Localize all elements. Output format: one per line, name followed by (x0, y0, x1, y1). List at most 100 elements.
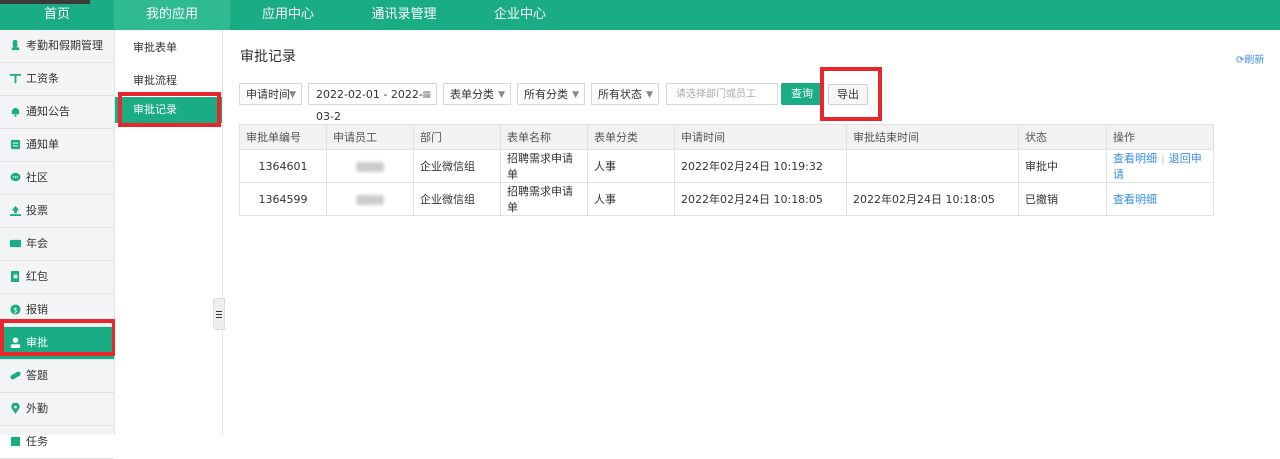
sidebar-item-attendance[interactable]: 考勤和假期管理 (0, 30, 114, 63)
view-detail-link[interactable]: 查看明细 (1113, 152, 1157, 165)
sidebar-item-red-packet[interactable]: 红包 (0, 261, 114, 294)
sidebar-item-label: 通知单 (26, 138, 59, 151)
separator: | (1161, 152, 1165, 165)
sidebar-item-label: 年会 (26, 237, 48, 250)
col-header-status: 状态 (1018, 124, 1107, 150)
sidebar-item-quiz[interactable]: 答题 (0, 360, 114, 393)
nav-my-apps[interactable]: 我的应用 (114, 0, 230, 30)
col-header-apply-time: 申请时间 (674, 124, 847, 150)
table-row: 1364601 企业微信组 招聘需求申请单 人事 2022年02月24日 10:… (239, 149, 1214, 183)
nav-enterprise[interactable]: 企业中心 (462, 0, 578, 30)
time-type-select[interactable]: 申请时间 ▼ (239, 83, 302, 105)
salary-icon (10, 73, 21, 84)
sidebar-item-label: 社区 (26, 171, 48, 184)
col-header-end-time: 审批结束时间 (846, 124, 1019, 150)
sidebar-item-label: 红包 (26, 270, 48, 283)
nav-app-center[interactable]: 应用中心 (230, 0, 346, 30)
pill-icon (10, 371, 21, 380)
date-range-input[interactable]: 2022-02-01 - 2022-03-2 ▦ (308, 83, 437, 123)
cell-id: 1364599 (239, 182, 327, 216)
coin-icon: $ (10, 304, 21, 315)
chevron-down-icon: ▼ (289, 90, 296, 100)
subnav-approval-form[interactable]: 审批表单 (133, 39, 177, 55)
sidebar-item-field-work[interactable]: 外勤 (0, 393, 114, 426)
page-title: 审批记录 (240, 49, 296, 65)
cell-dept: 企业微信组 (413, 182, 501, 216)
nav-contacts[interactable]: 通讯录管理 (346, 0, 462, 30)
cell-apply-time: 2022年02月24日 10:18:05 (674, 182, 847, 216)
col-header-id: 审批单编号 (239, 124, 327, 150)
highlight-export (820, 67, 882, 121)
col-header-employee: 申请员工 (326, 124, 414, 150)
cell-end-time: 2022年02月24日 10:18:05 (846, 182, 1019, 216)
sidebar-item-annual-meeting[interactable]: 年会 (0, 228, 114, 261)
blurred-name (356, 161, 384, 172)
cell-apply-time: 2022年02月24日 10:19:32 (674, 149, 847, 183)
sidebar-item-salary[interactable]: 工资条 (0, 63, 114, 96)
date-range-value: 2022-02-01 - 2022-03-2 (316, 88, 423, 123)
table-row: 1364599 企业微信组 招聘需求申请单 人事 2022年02月24日 10:… (239, 182, 1214, 216)
blurred-name (356, 194, 384, 205)
bell-icon (11, 107, 20, 117)
sidebar-item-label: 任务 (26, 435, 48, 448)
location-icon (11, 403, 20, 414)
chat-icon (10, 172, 21, 182)
sidebar-item-community[interactable]: 社区 (0, 162, 114, 195)
sidebar-item-notice[interactable]: 通知单 (0, 129, 114, 162)
calendar-icon: ▦ (422, 90, 431, 100)
chevron-down-icon: ▼ (572, 90, 579, 100)
sidebar-item-label: 通知公告 (26, 105, 70, 118)
approval-subnav: 审批表单 审批流程 审批记录 (115, 30, 223, 435)
highlight-records (118, 92, 221, 127)
cell-employee (326, 149, 414, 183)
redpacket-icon (10, 271, 20, 282)
cell-form: 招聘需求申请单 (500, 149, 588, 183)
sidebar-item-announcement[interactable]: 通知公告 (0, 96, 114, 129)
sidebar-item-label: 工资条 (26, 72, 59, 85)
menu-icon (216, 311, 222, 312)
col-header-category: 表单分类 (587, 124, 675, 150)
sidebar-item-label: 外勤 (26, 402, 48, 415)
form-category-select[interactable]: 表单分类 ▼ (443, 83, 511, 105)
sidebar-item-label: 答题 (26, 369, 48, 382)
refresh-label: 刷新 (1244, 55, 1265, 66)
dept-employee-search[interactable]: 请选择部门或员工 (666, 83, 778, 105)
chevron-down-icon: ▼ (646, 90, 653, 100)
sidebar-item-vote[interactable]: 投票 (0, 195, 114, 228)
notice-icon (10, 139, 21, 150)
svg-text:$: $ (13, 305, 18, 314)
col-header-dept: 部门 (413, 124, 501, 150)
cell-dept: 企业微信组 (413, 149, 501, 183)
status-select[interactable]: 所有状态 ▼ (591, 83, 659, 105)
clock-icon (11, 40, 20, 51)
cell-form: 招聘需求申请单 (500, 182, 588, 216)
col-header-form: 表单名称 (500, 124, 588, 150)
highlight-approval (0, 319, 116, 356)
cell-id: 1364601 (239, 149, 327, 183)
cell-category: 人事 (587, 149, 675, 183)
flag-icon (10, 239, 21, 248)
cell-actions: 查看明细 (1106, 182, 1214, 216)
col-header-actions: 操作 (1106, 124, 1214, 150)
category-select[interactable]: 所有分类 ▼ (517, 83, 585, 105)
category-value: 所有分类 (524, 88, 568, 101)
subnav-approval-flow[interactable]: 审批流程 (133, 72, 177, 88)
collapse-toggle[interactable] (213, 298, 225, 330)
form-category-value: 表单分类 (450, 88, 494, 101)
cell-employee (326, 182, 414, 216)
refresh-button[interactable]: ⟳刷新 (1236, 51, 1264, 66)
cell-end-time (846, 149, 1019, 183)
cell-actions: 查看明细 | 退回申请 (1106, 149, 1214, 183)
sidebar-item-task[interactable]: 任务 (0, 426, 114, 459)
cell-category: 人事 (587, 182, 675, 216)
cell-status: 已撤销 (1018, 182, 1107, 216)
time-type-value: 申请时间 (246, 88, 290, 101)
vote-icon (10, 205, 21, 216)
status-value: 所有状态 (598, 88, 642, 101)
task-icon (10, 436, 21, 447)
sidebar-item-label: 投票 (26, 204, 48, 217)
approval-records-table: 审批单编号 申请员工 部门 表单名称 表单分类 申请时间 审批结束时间 状态 操… (239, 124, 1214, 216)
query-button[interactable]: 查询 (781, 83, 823, 105)
view-detail-link[interactable]: 查看明细 (1113, 193, 1157, 206)
nav-home[interactable]: 首页 (0, 0, 114, 30)
